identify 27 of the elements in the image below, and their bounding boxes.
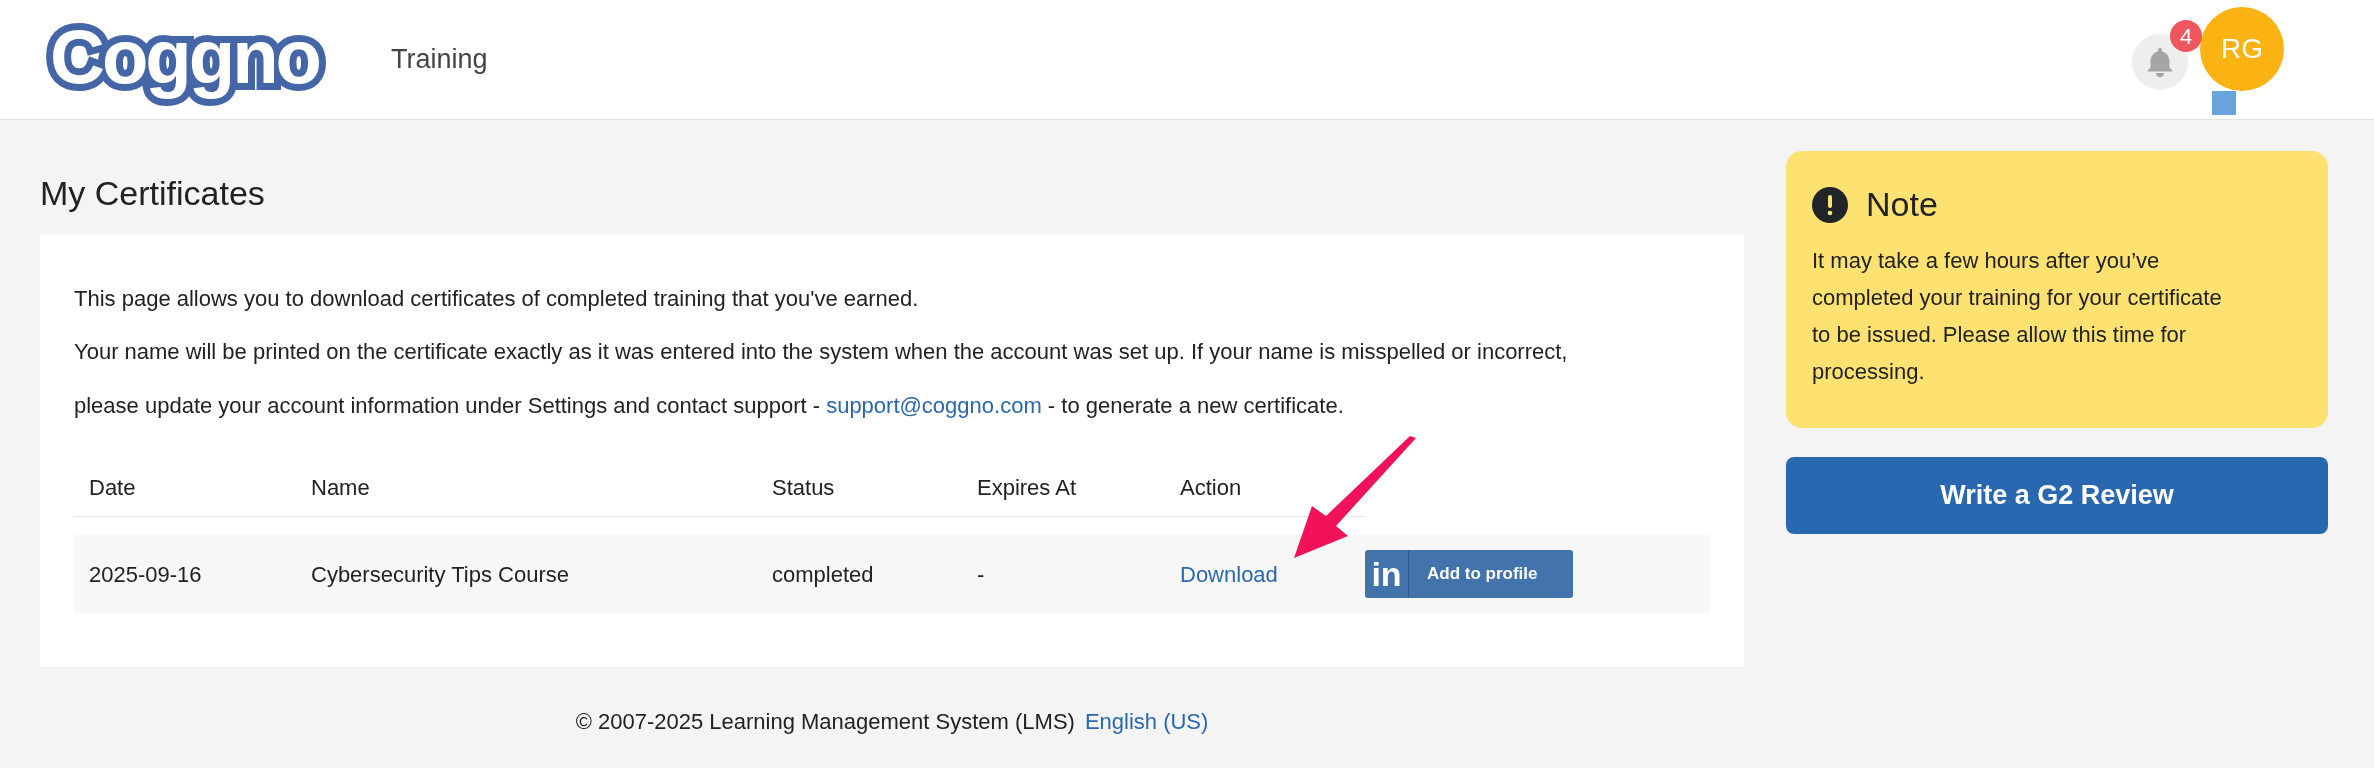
bell-icon — [2145, 46, 2175, 78]
notification-count: 4 — [2170, 20, 2202, 52]
table-cell-text: Cybersecurity Tips Course — [310, 560, 570, 589]
linkedin-add-button[interactable]: in Add to profile — [1365, 550, 1573, 598]
info-text: Your name will be printed on the certificate exactly as it was entered into the system when the account was set up. If your name is misspelled or incorrect, please update your account information under Settings and contact support - support@coggno.com - to generate a new certificate. — [74, 338, 1569, 420]
language-link[interactable]: English (US) — [1084, 705, 1209, 738]
column-header: Expires At — [976, 474, 1078, 502]
table-cell-text: - — [976, 560, 986, 589]
linkedin-logo: in — [1365, 550, 1409, 598]
nav-link[interactable]: Training — [391, 39, 488, 80]
note-title: Note — [1866, 184, 1938, 225]
intro-text: This page allows you to download certificates of completed training that you've earned. — [74, 285, 920, 313]
column-header: Action — [1179, 474, 1243, 502]
column-header: Date — [88, 474, 137, 502]
button-label: Add to profile — [1427, 563, 1538, 586]
column-header: Name — [310, 474, 371, 502]
note-text: It may take a few hours after you’ve completed your training for your certificate to be issued. Please allow this time for processing. — [1812, 247, 2223, 386]
support-email-link[interactable]: support@coggno.com — [826, 393, 1042, 418]
table-cell-text: completed — [771, 560, 875, 589]
avatar-marker — [2212, 91, 2236, 115]
exclamation-icon — [1812, 186, 1848, 223]
column-header: Status — [771, 474, 836, 502]
download-link[interactable]: Download — [1180, 561, 1278, 587]
write-review-button[interactable]: Write a G2 Review — [1786, 457, 2328, 534]
table-cell-text: 2025-09-16 — [88, 560, 203, 589]
page-title: My Certificates — [40, 173, 266, 214]
copyright-text: © 2007-2025 Learning Management System (LMS) — [575, 708, 1075, 736]
